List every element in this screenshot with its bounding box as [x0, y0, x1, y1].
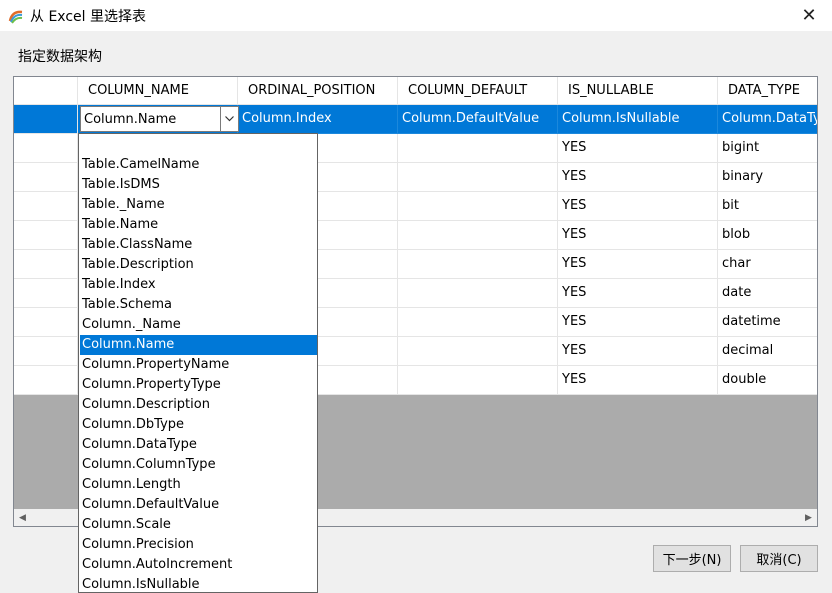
row-header[interactable] — [14, 308, 78, 337]
table-cell[interactable]: double — [718, 366, 817, 395]
title-bar: 从 Excel 里选择表 ✕ — [0, 0, 832, 31]
table-cell[interactable]: Column.DefaultValue — [398, 105, 558, 134]
dropdown-item[interactable]: Column.ColumnType — [80, 455, 317, 475]
next-button[interactable]: 下一步(N) — [653, 545, 731, 572]
table-cell[interactable] — [398, 337, 558, 366]
row-header[interactable] — [14, 250, 78, 279]
dropdown-item[interactable]: Column._Name — [80, 315, 317, 335]
row-header[interactable] — [14, 337, 78, 366]
dropdown-item[interactable]: Table.Name — [80, 215, 317, 235]
row-header-corner — [14, 77, 78, 105]
scroll-right-icon[interactable]: ▶ — [800, 509, 817, 526]
table-cell[interactable]: decimal — [718, 337, 817, 366]
column-name-dropdown-list[interactable]: Table.CamelName Table.IsDMS Table._Name … — [78, 133, 318, 593]
close-button[interactable]: ✕ — [786, 0, 832, 31]
dropdown-item[interactable]: Column.Length — [80, 475, 317, 495]
row-header[interactable] — [14, 279, 78, 308]
dropdown-item[interactable]: Column.Description — [80, 395, 317, 415]
table-cell[interactable] — [398, 250, 558, 279]
column-name-combobox[interactable]: Column.Name — [80, 106, 239, 132]
dropdown-item[interactable]: Column.DataType — [80, 435, 317, 455]
dropdown-item[interactable]: Column.DefaultValue — [80, 495, 317, 515]
dropdown-item-empty[interactable] — [80, 134, 317, 154]
app-icon — [8, 10, 23, 24]
dropdown-item-selected[interactable]: Column.Name — [80, 335, 317, 355]
table-cell[interactable]: Column.DataType — [718, 105, 817, 134]
row-header[interactable] — [14, 134, 78, 163]
row-header[interactable] — [14, 105, 78, 134]
window-title: 从 Excel 里选择表 — [30, 9, 146, 25]
column-header[interactable]: COLUMN_DEFAULT — [398, 77, 558, 105]
table-cell[interactable]: Column.IsNullable — [558, 105, 718, 134]
table-cell[interactable] — [398, 192, 558, 221]
table-cell[interactable]: YES — [558, 366, 718, 395]
scroll-left-icon[interactable]: ◀ — [14, 509, 31, 526]
dropdown-item[interactable]: Column.AutoIncrement — [80, 555, 317, 575]
table-cell[interactable]: YES — [558, 163, 718, 192]
row-header[interactable] — [14, 192, 78, 221]
table-cell[interactable]: Column.Index — [238, 105, 398, 134]
combobox-dropdown-button[interactable] — [220, 107, 238, 131]
dropdown-item[interactable]: Table._Name — [80, 195, 317, 215]
chevron-down-icon — [225, 116, 234, 122]
dropdown-item[interactable]: Column.IsNullable — [80, 575, 317, 592]
row-header[interactable] — [14, 366, 78, 395]
table-cell[interactable]: char — [718, 250, 817, 279]
table-cell[interactable]: YES — [558, 279, 718, 308]
dropdown-item[interactable]: Table.Index — [80, 275, 317, 295]
dropdown-item[interactable]: Column.PropertyName — [80, 355, 317, 375]
cancel-button[interactable]: 取消(C) — [740, 545, 818, 572]
dropdown-item[interactable]: Column.Scale — [80, 515, 317, 535]
table-cell[interactable]: YES — [558, 221, 718, 250]
table-cell[interactable]: binary — [718, 163, 817, 192]
table-cell[interactable]: YES — [558, 250, 718, 279]
table-cell[interactable]: bigint — [718, 134, 817, 163]
table-cell[interactable] — [398, 366, 558, 395]
dropdown-item[interactable]: Column.Precision — [80, 535, 317, 555]
column-header[interactable]: COLUMN_NAME — [78, 77, 238, 105]
dropdown-item[interactable]: Table.Schema — [80, 295, 317, 315]
table-cell[interactable] — [398, 163, 558, 192]
grid-header: COLUMN_NAME ORDINAL_POSITION COLUMN_DEFA… — [14, 77, 817, 105]
row-header[interactable] — [14, 221, 78, 250]
section-title: 指定数据架构 — [18, 49, 102, 65]
table-cell[interactable]: YES — [558, 134, 718, 163]
dropdown-item[interactable]: Table.IsDMS — [80, 175, 317, 195]
table-cell[interactable]: blob — [718, 221, 817, 250]
table-cell[interactable]: datetime — [718, 308, 817, 337]
table-cell[interactable]: YES — [558, 308, 718, 337]
column-header[interactable]: IS_NULLABLE — [558, 77, 718, 105]
column-header[interactable]: DATA_TYPE — [718, 77, 817, 105]
dropdown-item[interactable]: Table.ClassName — [80, 235, 317, 255]
table-cell[interactable] — [398, 279, 558, 308]
close-icon: ✕ — [801, 5, 817, 26]
table-cell[interactable]: YES — [558, 337, 718, 366]
dropdown-item[interactable]: Column.PropertyType — [80, 375, 317, 395]
table-cell[interactable]: date — [718, 279, 817, 308]
dropdown-item[interactable]: Table.Description — [80, 255, 317, 275]
row-header[interactable] — [14, 163, 78, 192]
table-cell[interactable] — [398, 221, 558, 250]
table-cell[interactable]: YES — [558, 192, 718, 221]
dropdown-item[interactable]: Table.CamelName — [80, 155, 317, 175]
table-cell[interactable] — [398, 308, 558, 337]
table-cell[interactable] — [398, 134, 558, 163]
dropdown-item[interactable]: Column.DbType — [80, 415, 317, 435]
table-cell[interactable]: bit — [718, 192, 817, 221]
column-header[interactable]: ORDINAL_POSITION — [238, 77, 398, 105]
combobox-value: Column.Name — [84, 112, 177, 127]
